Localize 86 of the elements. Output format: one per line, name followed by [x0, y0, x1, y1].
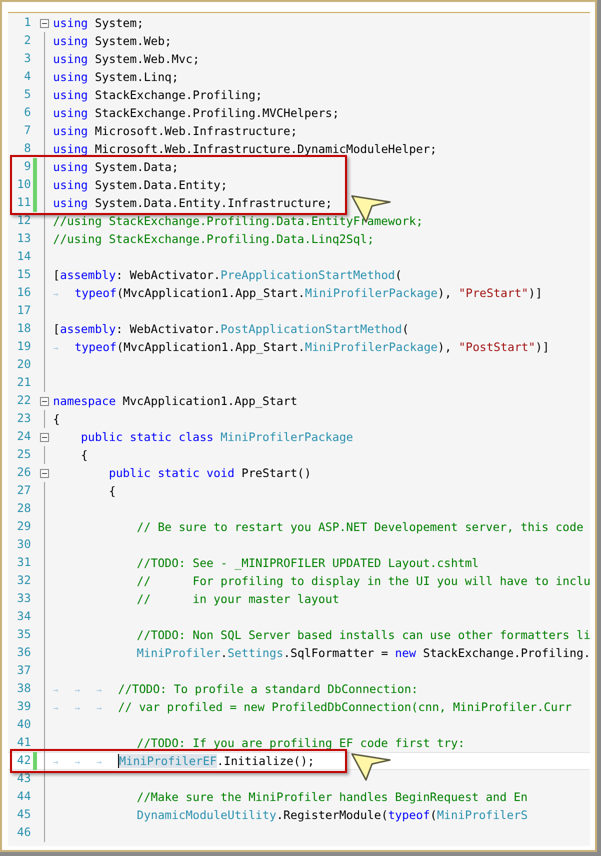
code-line: using Microsoft.Web.Infrastructure;: [53, 123, 298, 139]
line-number: 22: [16, 392, 31, 410]
line-number: 6: [23, 104, 31, 122]
line-number: 4: [23, 68, 31, 86]
line-number: 34: [16, 608, 31, 626]
line-number: 11: [16, 194, 31, 212]
line-number: 35: [16, 626, 31, 644]
line-number: 29: [16, 518, 31, 536]
code-line: using StackExchange.Profiling.MVCHelpers;: [53, 105, 340, 121]
code-line: → → → MiniProfilerEF.Initialize();: [53, 753, 314, 769]
code-line: //TODO: See - _MINIPROFILER UPDATED Layout.cshtml: [136, 555, 479, 571]
line-number: 41: [16, 734, 31, 752]
code-line: using System.Linq;: [53, 69, 179, 85]
line-number: 1: [23, 14, 31, 32]
line-number: 24: [16, 428, 31, 446]
line-number: 12: [16, 212, 31, 230]
collapse-icon[interactable]: [40, 396, 49, 406]
line-number: 17: [16, 302, 31, 320]
line-number: 27: [16, 482, 31, 500]
code-line: MiniProfiler.Settings.SqlFormatter = new StackExchange.Profiling.: [136, 645, 590, 661]
line-number: 42: [16, 752, 31, 770]
line-number: 37: [16, 662, 31, 680]
code-line: using Microsoft.Web.Infrastructure.DynamicModuleHelper;: [53, 141, 437, 157]
collapse-icon[interactable]: [40, 18, 49, 28]
line-number: 13: [16, 230, 31, 248]
code-line: {: [53, 411, 60, 427]
line-number: 30: [16, 536, 31, 554]
line-number: 40: [16, 716, 31, 734]
code-line: {: [108, 483, 116, 499]
line-number: 44: [16, 788, 31, 806]
code-line: {: [80, 447, 88, 463]
line-number: 20: [16, 356, 31, 374]
code-line: //TODO: If you are profiling EF code first try:: [136, 735, 465, 751]
line-number: 8: [23, 140, 31, 158]
code-line: // Be sure to restart you ASP.NET Developement server, this code: [136, 519, 584, 535]
line-number: 32: [16, 572, 31, 590]
line-number: 28: [16, 500, 31, 518]
code-line: using System.Web.Mvc;: [53, 51, 200, 67]
line-number: 43: [16, 770, 31, 788]
line-number: 5: [23, 86, 31, 104]
collapse-icon[interactable]: [40, 432, 49, 442]
line-number: 46: [16, 824, 31, 842]
code-line: using System.Data.Entity;: [53, 177, 228, 193]
line-number: 21: [16, 374, 31, 392]
code-line: DynamicModuleUtility.RegisterModule(typeof(MiniProfilerS: [136, 807, 528, 823]
line-number: 23: [16, 410, 31, 428]
line-number: 36: [16, 644, 31, 662]
line-number: 39: [16, 698, 31, 716]
code-line: using System.Data.Entity.Infrastructure;: [53, 195, 332, 211]
pointer-arrow-icon: [350, 752, 392, 782]
code-line: namespace MvcApplication1.App_Start: [53, 393, 298, 409]
code-line: //using StackExchange.Profiling.Data.Linq2Sql;: [53, 231, 374, 247]
code-line: → typeof(MvcApplication1.App_Start.MiniProfilerPackage), "PostStart")]: [53, 339, 550, 355]
code-line: //Make sure the MiniProfiler handles BeginRequest and En: [136, 789, 528, 805]
line-number: 33: [16, 590, 31, 608]
line-number: 15: [16, 266, 31, 284]
line-number: 31: [16, 554, 31, 572]
code-line: → → → // var profiled = new ProfiledDbConnection(cnn, MiniProfiler.Curr: [53, 699, 572, 715]
code-line: //TODO: Non SQL Server based installs can use other formatters li: [136, 627, 590, 643]
code-line: using System.Web;: [53, 33, 172, 49]
line-number: 10: [16, 176, 31, 194]
line-number: 7: [23, 122, 31, 140]
code-line: using StackExchange.Profiling;: [53, 87, 262, 103]
code-line: → → → //TODO: To profile a standard DbConnection:: [53, 681, 418, 697]
code-line: using System.Data;: [53, 159, 179, 175]
code-line: // For profiling to display in the UI you will have to inclu: [136, 573, 590, 589]
line-number: 2: [23, 32, 31, 50]
line-number: 38: [16, 680, 31, 698]
code-line: public static void PreStart(): [108, 465, 312, 481]
line-number: 9: [23, 158, 31, 176]
line-number: 18: [16, 320, 31, 338]
code-line: //using StackExchange.Profiling.Data.EntityFramework;: [53, 213, 423, 229]
code-line: → typeof(MvcApplication1.App_Start.MiniProfilerPackage), "PreStart")]: [53, 285, 542, 301]
line-number: 19: [16, 338, 31, 356]
line-number: 45: [16, 806, 31, 824]
code-line: [assembly: WebActivator.PreApplicationStartMethod(: [53, 267, 402, 283]
line-number: 16: [16, 284, 31, 302]
line-number: 26: [16, 464, 31, 482]
line-number: 25: [16, 446, 31, 464]
line-number: 3: [23, 50, 31, 68]
code-line: public static class MiniProfilerPackage: [80, 429, 354, 445]
line-number: 14: [16, 248, 31, 266]
code-line: using System;: [53, 15, 144, 31]
code-line: [assembly: WebActivator.PostApplicationStartMethod(: [53, 321, 409, 337]
code-line: // in your master layout: [136, 591, 340, 607]
collapse-icon[interactable]: [40, 468, 49, 478]
